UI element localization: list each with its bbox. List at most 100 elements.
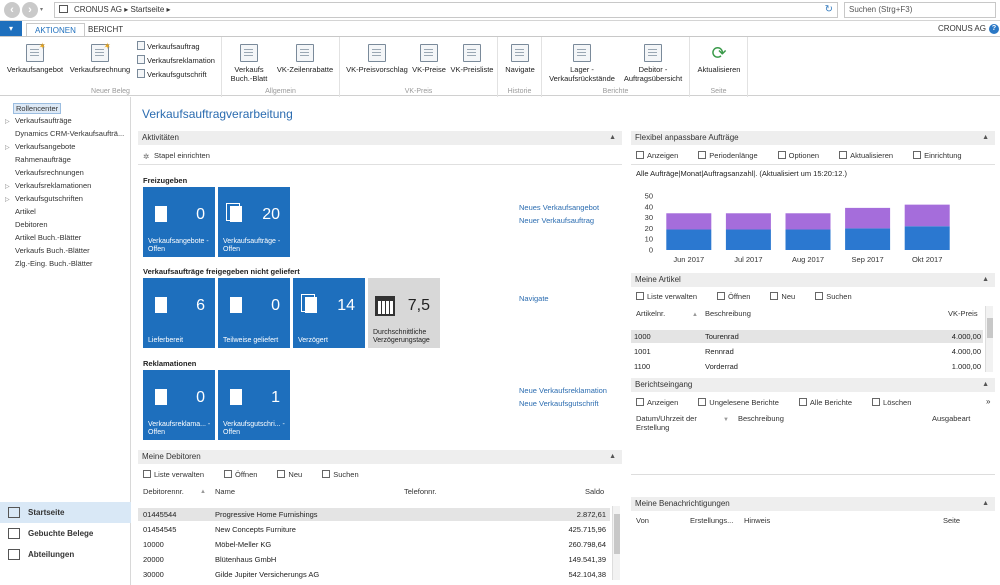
collapse-icon[interactable]: ▲ (982, 131, 989, 145)
table-row[interactable]: 20000 Blütenhaus GmbH 149.541,39 (138, 553, 610, 566)
anzeigen-button[interactable]: Anzeigen (636, 151, 688, 160)
cue-tile-verkaufsreklama-offen[interactable]: 0 Verkaufsreklama... - Offen (143, 370, 215, 440)
column-header-vk-preis[interactable]: VK-Preis (948, 309, 978, 318)
cue-tile-verzoegert[interactable]: 14 Verzögert (293, 278, 365, 348)
tab-aktionen[interactable]: AKTIONEN (26, 23, 85, 37)
anzeigen-button[interactable]: Anzeigen (636, 398, 688, 407)
cue-tile-verkaufsgutschri-offen[interactable]: 1 Verkaufsgutschri... - Offen (218, 370, 290, 440)
suchen-button[interactable]: Suchen (815, 292, 861, 301)
bar-segment-1[interactable] (785, 229, 831, 250)
back-icon[interactable]: ‹ (4, 2, 20, 18)
sidebar-item-verkaufsangebote[interactable]: Verkaufsangebote (15, 142, 75, 151)
lager-verkaufsrueckstaende-button[interactable]: Lager - Verkaufsrückstände (546, 40, 618, 83)
table-row[interactable]: 01454545 New Concepts Furniture 425.715,96 (138, 523, 610, 536)
verkaufsrechnung-button[interactable]: ✶ Verkaufsrechnung (68, 40, 132, 75)
nav-footer-startseite[interactable]: Startseite (0, 502, 131, 523)
verkaufsauftrag-button[interactable]: Verkaufsauftrag (137, 41, 200, 51)
search-input[interactable]: Suchen (Strg+F3) (844, 2, 996, 18)
scrollbar-thumb[interactable] (614, 514, 620, 554)
ungelesene-berichte-button[interactable]: Ungelesene Berichte (698, 398, 789, 407)
verkaufsgutschrift-button[interactable]: Verkaufsgutschrift (137, 69, 207, 79)
column-header-ausgabeart[interactable]: Ausgabeart (932, 414, 970, 423)
sidebar-item-rahmenauftraege[interactable]: Rahmenaufträge (15, 155, 71, 164)
bar-segment-1[interactable] (666, 229, 712, 250)
tab-bericht[interactable]: BERICHT (80, 23, 131, 37)
einrichtung-button[interactable]: Einrichtung (913, 151, 972, 160)
activities-header[interactable]: Aktivitäten ▲ (138, 131, 622, 145)
debitor-auftragsuebersicht-button[interactable]: Debitor - Auftragsübersicht (618, 40, 688, 83)
cue-tile-durchschnittliche-verzoegerungstage[interactable]: 7,5 Durchschnittliche Verzögerungstage (368, 278, 440, 348)
table-row[interactable]: 1100 Vorderrad 1.000,00 (631, 360, 983, 373)
neu-button[interactable]: Neu (277, 470, 312, 479)
column-header-telefonnr[interactable]: Telefonnr. (404, 487, 437, 496)
oeffnen-button[interactable]: Öffnen (224, 470, 267, 479)
column-header-seite[interactable]: Seite (943, 516, 960, 525)
application-menu-button[interactable]: ▾ (0, 21, 22, 37)
bar-segment-1[interactable] (904, 226, 950, 250)
vk-preise-button[interactable]: VK-Preise (410, 40, 448, 74)
column-header-beschreibung[interactable]: Beschreibung (738, 414, 784, 423)
sidebar-item-verkaufsauftraege[interactable]: Verkaufsaufträge (15, 116, 72, 125)
column-header-datum[interactable]: Datum/Uhrzeit der Erstellung (636, 414, 716, 432)
sidebar-item-verkaufsgutschriften[interactable]: Verkaufsgutschriften (15, 194, 83, 203)
link-neuer-verkaufsauftrag[interactable]: Neuer Verkaufsauftrag (519, 216, 594, 225)
column-header-debitorennr[interactable]: Debitorennr. (143, 487, 184, 496)
bar-segment-2[interactable] (725, 213, 771, 230)
bar-segment-2[interactable] (666, 213, 712, 230)
cue-tile-verkaufsangebote-offen[interactable]: 0 Verkaufsangebote - Offen (143, 187, 215, 257)
vk-preisliste-button[interactable]: VK-Preisliste (448, 40, 496, 74)
table-row[interactable]: 30000 Gilde Jupiter Versicherungs AG 542.1… (138, 568, 610, 581)
aktualisieren-button[interactable]: ⟳ Aktualisieren (694, 40, 744, 74)
berichtseingang-header[interactable]: Berichtseingang ▲ (631, 378, 995, 392)
scrollbar[interactable] (612, 506, 620, 580)
nav-footer-abteilungen[interactable]: Abteilungen (0, 544, 131, 565)
bar-segment-1[interactable] (845, 228, 891, 250)
sidebar-item-zlg-eing-buch-blaetter[interactable]: Zlg.-Eing. Buch.-Blätter (15, 259, 93, 268)
column-header-erstellungs[interactable]: Erstellungs... (690, 516, 733, 525)
flexibel-header[interactable]: Flexibel anpassbare Aufträge ▲ (631, 131, 995, 145)
help-icon[interactable]: ? (989, 24, 999, 34)
collapse-icon[interactable]: ▲ (609, 131, 616, 145)
collapse-icon[interactable]: ▲ (982, 378, 989, 392)
bar-segment-2[interactable] (845, 207, 891, 229)
neu-button[interactable]: Neu (770, 292, 805, 301)
verkaufs-buch-blatt-button[interactable]: Verkaufs Buch.-Blatt (228, 40, 270, 83)
scrollbar-thumb[interactable] (987, 318, 993, 338)
sort-arrow-icon[interactable]: ▼ (723, 417, 729, 423)
bar-segment-2[interactable] (904, 204, 950, 227)
collapse-icon[interactable]: ▲ (982, 497, 989, 511)
table-row[interactable]: 1000 Tourenrad 4.000,00 (631, 330, 983, 343)
bar-segment-1[interactable] (725, 229, 771, 250)
scrollbar[interactable] (985, 306, 993, 372)
artikel-header[interactable]: Meine Artikel ▲ (631, 273, 995, 287)
orders-bar-chart[interactable]: 0 10 20 30 4050 Jun 2017 Jul 2017 Aug 2017 Sep 2… (633, 186, 963, 264)
table-row[interactable]: 01445544 Progressive Home Furnishings 2.87… (138, 508, 610, 521)
liste-verwalten-button[interactable]: Liste verwalten (636, 292, 707, 301)
column-header-artikelnr[interactable]: Artikelnr. (636, 309, 665, 318)
column-header-beschreibung[interactable]: Beschreibung (705, 309, 751, 318)
collapse-icon[interactable]: ▲ (982, 273, 989, 287)
address-field[interactable]: CRONUS AG ▸ Startseite ▸ ↻ (54, 2, 838, 18)
stapel-einrichten-button[interactable]: ✲ Stapel einrichten (143, 151, 220, 161)
column-header-saldo[interactable]: Saldo (585, 487, 604, 496)
vk-zeilenrabatte-button[interactable]: VK-Zeilenrabatte (272, 40, 338, 74)
cue-tile-teilweise-geliefert[interactable]: 0 Teilweise geliefert (218, 278, 290, 348)
expand-arrow-icon[interactable]: ▷ (5, 196, 10, 203)
sidebar-item-debitoren[interactable]: Debitoren (15, 220, 48, 229)
sort-arrow-icon[interactable]: ▲ (200, 489, 206, 495)
expand-arrow-icon[interactable]: ▷ (5, 118, 10, 125)
column-header-hinweis[interactable]: Hinweis (744, 516, 770, 525)
link-neue-verkaufsgutschrift[interactable]: Neue Verkaufsgutschrift (519, 399, 599, 408)
navigate-button[interactable]: Navigate (502, 40, 538, 74)
nav-footer-gebuchte-belege[interactable]: Gebuchte Belege (0, 523, 131, 544)
verkaufsreklamation-button[interactable]: Verkaufsreklamation (137, 55, 215, 65)
cue-tile-lieferbereit[interactable]: 6 Lieferbereit (143, 278, 215, 348)
optionen-button[interactable]: Optionen (777, 151, 829, 160)
aktualisieren-button[interactable]: Aktualisieren (839, 151, 903, 160)
more-actions-icon[interactable]: » (986, 397, 990, 406)
periodenlaenge-button[interactable]: Periodenlänge (698, 151, 767, 160)
sidebar-item-dynamics-crm-verkaufsauftrae[interactable]: Dynamics CRM-Verkaufsaufträ... (15, 129, 124, 138)
benachrichtigungen-header[interactable]: Meine Benachrichtigungen ▲ (631, 497, 995, 511)
column-header-name[interactable]: Name (215, 487, 235, 496)
refresh-icon[interactable]: ↻ (825, 3, 833, 17)
